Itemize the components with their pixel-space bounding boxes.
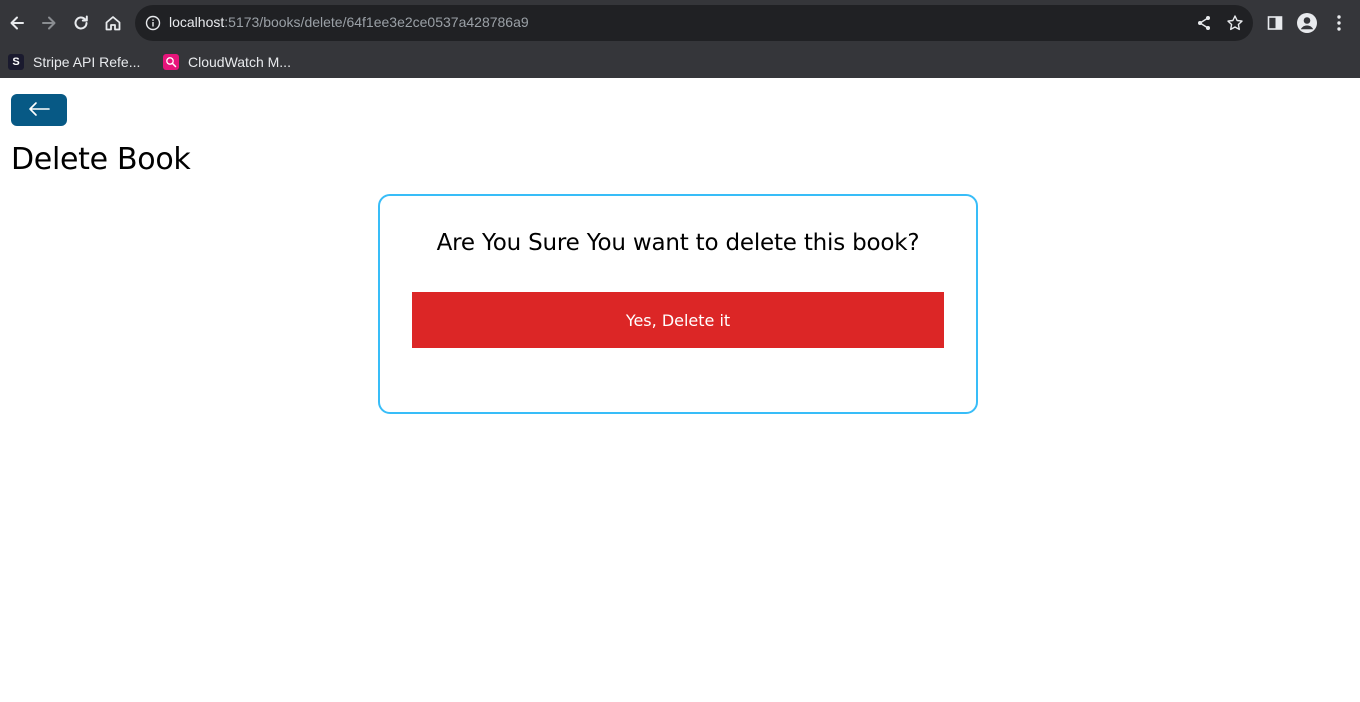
side-panel-icon[interactable] (1263, 11, 1287, 35)
url-text[interactable]: localhost:5173/books/delete/64f1ee3e2ce0… (169, 14, 529, 30)
menu-dots-icon[interactable] (1327, 11, 1351, 35)
back-button[interactable] (11, 94, 67, 126)
bookmark-star-icon[interactable] (1226, 14, 1244, 32)
bookmark-stripe[interactable]: S Stripe API Refe... (8, 51, 140, 73)
bookmark-label: Stripe API Refe... (33, 54, 141, 70)
profile-icon[interactable] (1295, 11, 1319, 35)
url-host: localhost (169, 14, 225, 30)
cloudwatch-icon (163, 54, 179, 70)
stripe-icon: S (8, 54, 24, 70)
arrow-left-icon (27, 101, 51, 120)
site-info-icon[interactable] (145, 15, 161, 31)
forward-nav-icon[interactable] (37, 11, 61, 35)
confirm-delete-button[interactable]: Yes, Delete it (412, 292, 944, 348)
address-bar[interactable]: localhost:5173/books/delete/64f1ee3e2ce0… (135, 5, 1253, 41)
home-icon[interactable] (101, 11, 125, 35)
delete-confirm-card: Are You Sure You want to delete this boo… (378, 194, 978, 414)
bookmarks-bar: S Stripe API Refe... CloudWatch M... (0, 46, 1360, 78)
confirm-question: Are You Sure You want to delete this boo… (436, 230, 920, 256)
url-path: :5173/books/delete/64f1ee3e2ce0537a42878… (224, 14, 529, 30)
back-nav-icon[interactable] (5, 11, 29, 35)
browser-toolbar: localhost:5173/books/delete/64f1ee3e2ce0… (0, 0, 1360, 46)
share-icon[interactable] (1195, 14, 1213, 32)
page-title: Delete Book (11, 142, 191, 177)
bookmark-cloudwatch[interactable]: CloudWatch M... (163, 51, 291, 73)
bookmark-label: CloudWatch M... (188, 54, 291, 70)
reload-icon[interactable] (69, 11, 93, 35)
